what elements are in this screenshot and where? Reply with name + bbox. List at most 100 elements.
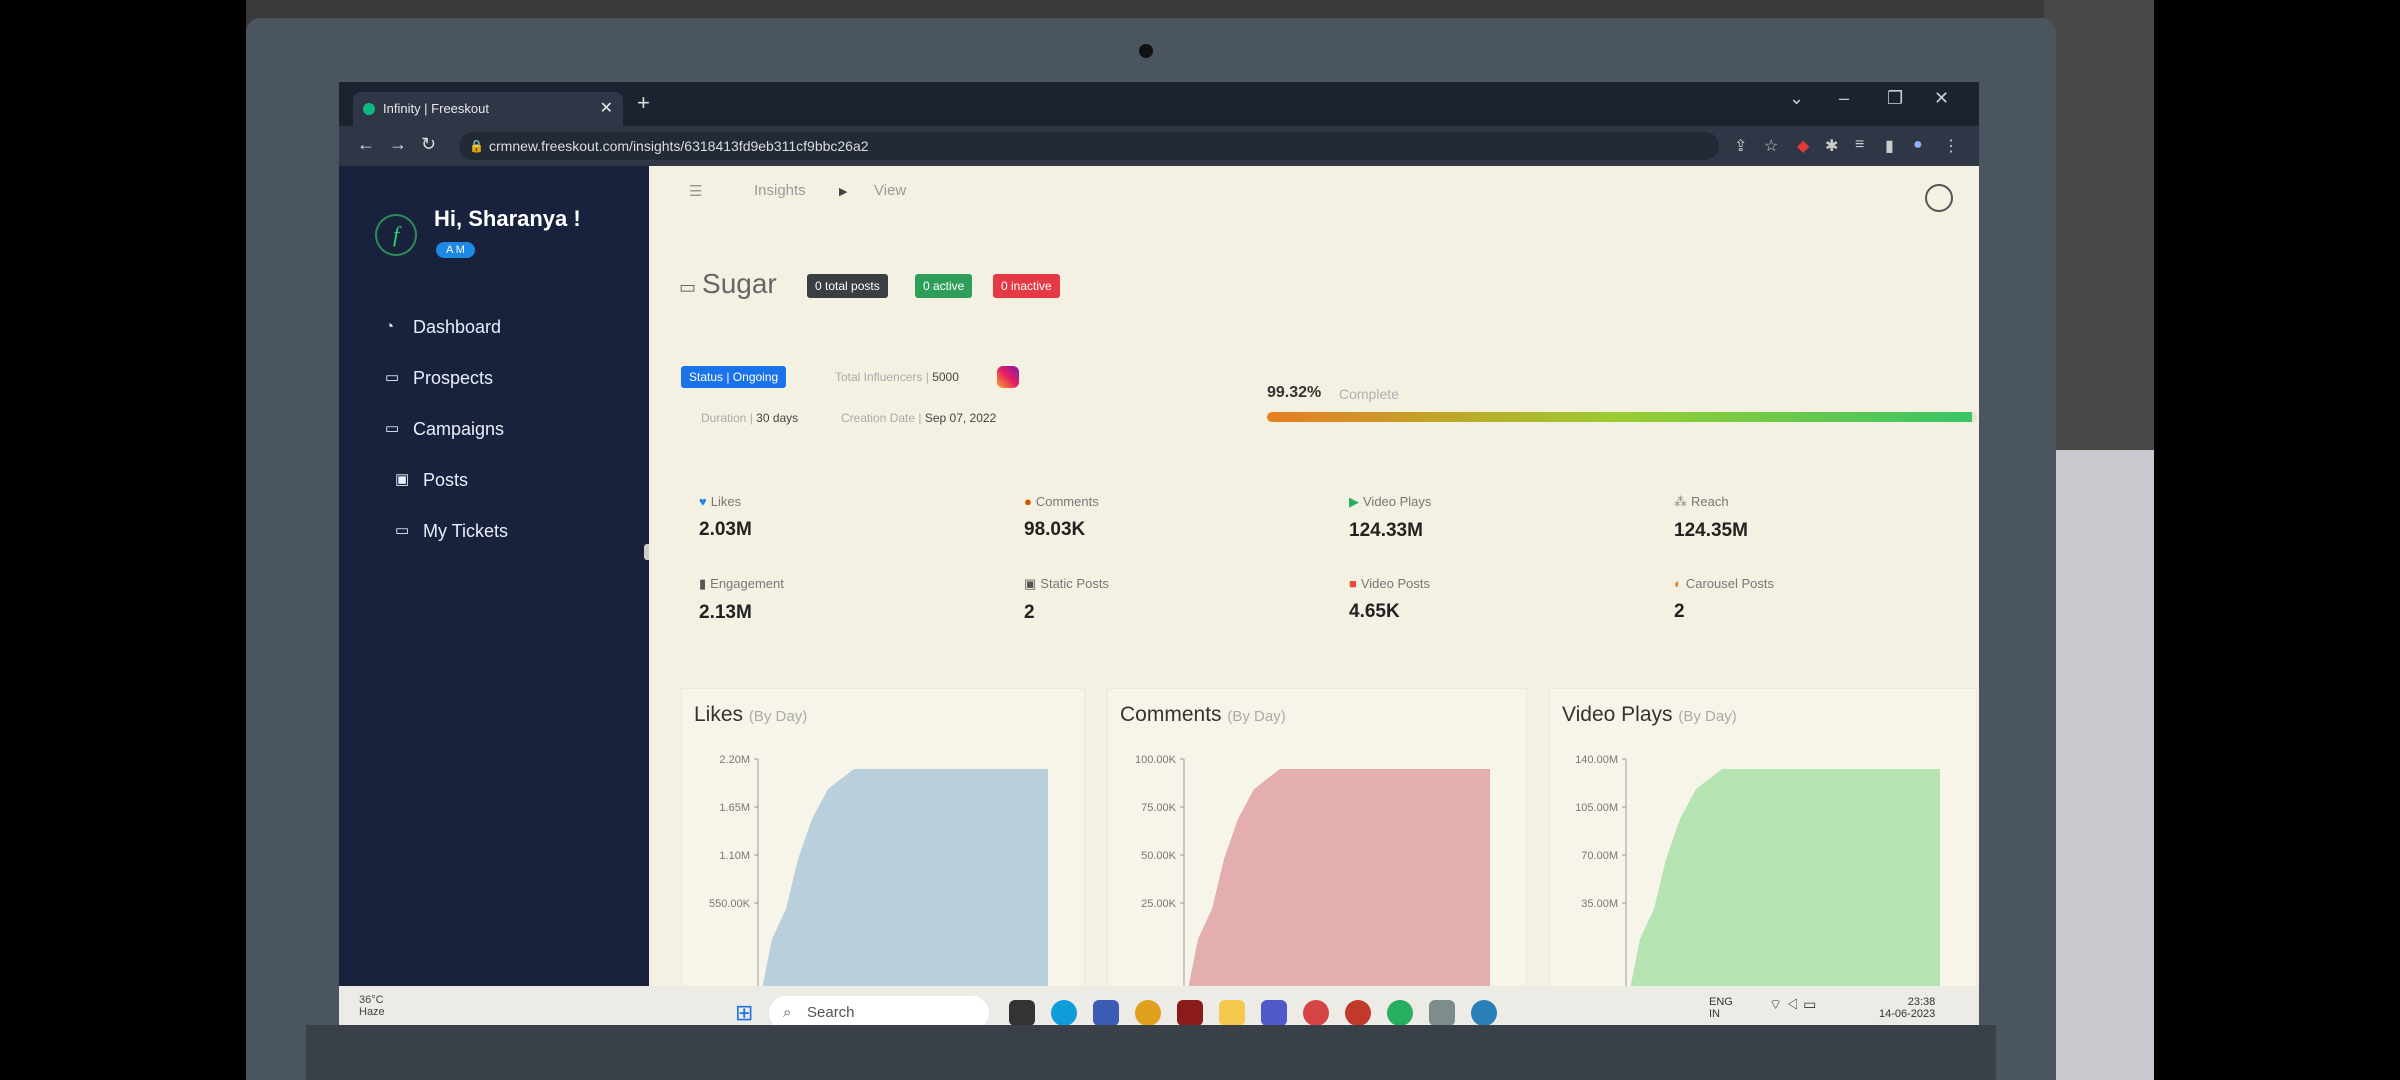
extension-icon[interactable]: ◆ <box>1797 136 1809 156</box>
language: ENG <box>1709 996 1733 1008</box>
close-tab-icon[interactable]: ✕ <box>600 92 613 126</box>
y-tick-label: 550.00K <box>709 898 751 910</box>
active-badge: 0 active <box>915 274 973 298</box>
menu-kebab-icon[interactable]: ⋮ <box>1943 136 1959 156</box>
edge-icon[interactable] <box>1051 1000 1077 1026</box>
windows-start-icon[interactable]: ⊞ <box>735 1000 753 1026</box>
campaign-icon: ▭ <box>679 277 697 297</box>
sidebar-item-posts[interactable]: ▣ Posts <box>395 465 468 495</box>
sidebar-item-dashboard[interactable]: ◔ Dashboard <box>385 312 501 342</box>
profile-icon[interactable]: ● <box>1913 136 1923 154</box>
chart-title: Video Plays <box>1562 703 1673 726</box>
stat-label-text: Video Plays <box>1363 494 1432 509</box>
chrome-profile-icon[interactable] <box>1303 1000 1329 1026</box>
back-icon[interactable]: ← <box>357 134 375 155</box>
stat-video-posts: ■ Video Posts 4.65K <box>1349 576 1609 623</box>
reload-icon[interactable]: ↻ <box>421 134 436 155</box>
close-window-icon[interactable]: ✕ <box>1934 88 1949 109</box>
restore-icon[interactable]: ❐ <box>1887 88 1903 109</box>
url-text: crmnew.freeskout.com/insights/6318413fd9… <box>489 138 869 154</box>
bookmark-star-icon[interactable]: ☆ <box>1764 136 1778 156</box>
greeting: Hi, Sharanya ! <box>434 206 581 231</box>
stat-static-posts: ▣ Static Posts 2 <box>1024 576 1284 624</box>
video-icon: ■ <box>1349 576 1357 591</box>
wifi-volume-battery-icon[interactable]: ⌔ ◁ ▭ <box>1769 996 1816 1014</box>
stat-value: 2.13M <box>699 602 752 623</box>
completion-progress-fill <box>1267 412 1973 422</box>
taskbar-search-label: Search <box>807 1004 855 1021</box>
user-avatar-icon[interactable] <box>1925 184 1953 212</box>
stat-label: ■ Video Posts <box>1349 576 1609 591</box>
y-tick-label: 1.65M <box>719 802 750 814</box>
campaign-title: ▭ Sugar <box>679 268 777 300</box>
stat-value: 98.03K <box>1024 519 1086 540</box>
address-bar[interactable]: 🔒 crmnew.freeskout.com/insights/6318413f… <box>459 132 1719 160</box>
chrome-profile-icon-4[interactable] <box>1471 1000 1497 1026</box>
creation-date: Creation Date | Sep 07, 2022 <box>841 411 996 425</box>
puzzle-icon[interactable]: ✱ <box>1825 136 1838 156</box>
app-icon-2[interactable] <box>1429 1000 1455 1026</box>
video-plays-chart-title: Video Plays (By Day) <box>1562 703 1737 727</box>
browser-tab[interactable]: Infinity | Freeskout ✕ <box>353 92 623 126</box>
y-tick-label: 35.00M <box>1581 898 1618 910</box>
browser-tabbar: Infinity | Freeskout ✕ + ⌄ – ❐ ✕ <box>339 82 1979 126</box>
area-series <box>1630 769 1940 989</box>
chart-subtitle: (By Day) <box>748 708 808 725</box>
stat-likes: ♥ Likes 2.03M <box>699 494 959 541</box>
sidebar-item-label: Dashboard <box>413 317 502 337</box>
likes-chart-card: Likes (By Day) 2.20M 1.65M 1.10M 550.00K <box>681 688 1085 989</box>
menu-toggle-icon[interactable]: ☰ <box>689 182 702 200</box>
heart-icon: ♥ <box>699 494 707 509</box>
share-icon[interactable]: ⇪ <box>1734 136 1747 156</box>
tab-search-icon[interactable]: ⌄ <box>1789 88 1804 109</box>
side-panel-icon[interactable]: ▮ <box>1885 136 1894 156</box>
chart-title: Comments <box>1120 703 1222 726</box>
system-tray[interactable]: ENG IN <box>1709 996 1733 1020</box>
bookmark-icon: ▮ <box>699 576 707 591</box>
stat-comments: ● Comments 98.03K <box>1024 494 1284 541</box>
total-posts-badge: 0 total posts <box>807 274 888 298</box>
y-tick-label: 105.00M <box>1575 802 1618 814</box>
breadcrumb-insights[interactable]: Insights <box>754 182 806 199</box>
minimize-icon[interactable]: – <box>1839 88 1849 109</box>
y-tick-label: 1.10M <box>719 850 750 862</box>
background-wall <box>2044 0 2154 520</box>
chrome-icon[interactable] <box>1135 1000 1161 1026</box>
total-influencers: Total Influencers | 5000 <box>835 370 959 384</box>
reading-list-icon[interactable]: ≡ <box>1855 136 1864 154</box>
sidebar-item-campaigns[interactable]: ▭ Campaigns <box>385 414 504 444</box>
chart-subtitle: (By Day) <box>1227 708 1286 725</box>
breadcrumb-separator-icon: ▶ <box>839 186 848 198</box>
inactive-badge: 0 inactive <box>993 274 1060 298</box>
stat-value: 2.03M <box>699 519 752 540</box>
laptop-bottom-bezel <box>306 1025 1996 1080</box>
app-icon[interactable] <box>1177 1000 1203 1026</box>
forward-icon[interactable]: → <box>389 134 407 155</box>
sidebar-item-my-tickets[interactable]: ▭ My Tickets <box>395 516 508 546</box>
laptop-bezel: Infinity | Freeskout ✕ + ⌄ – ❐ ✕ ← → ↻ 🔒… <box>246 18 2056 1080</box>
creation-date-label: Creation Date | <box>841 411 922 425</box>
task-view-icon[interactable] <box>1009 1000 1035 1026</box>
chrome-profile-icon-2[interactable] <box>1345 1000 1371 1026</box>
instagram-icon <box>997 366 1019 388</box>
reach-icon: ⁂ <box>1674 494 1687 509</box>
favicon-icon <box>363 103 375 115</box>
weather-widget[interactable]: 36°C Haze <box>359 994 385 1018</box>
sidebar: f Hi, Sharanya ! A M ◔ Dashboard ▭ Prosp… <box>339 166 660 986</box>
date: 14-06-2023 <box>1879 1008 1936 1020</box>
y-tick-label: 75.00K <box>1141 802 1177 814</box>
chart-title: Likes <box>694 703 744 726</box>
chrome-profile-icon-3[interactable] <box>1387 1000 1413 1026</box>
campaign-name: Sugar <box>702 268 777 299</box>
stat-label: ◐ Carousel Posts <box>1674 576 1934 591</box>
new-tab-icon[interactable]: + <box>637 90 650 116</box>
sidebar-item-prospects[interactable]: ▭ Prospects <box>385 363 493 393</box>
file-explorer-icon[interactable] <box>1219 1000 1245 1026</box>
briefcase-icon: ▭ <box>385 369 400 386</box>
teams-icon[interactable] <box>1261 1000 1287 1026</box>
store-icon[interactable] <box>1093 1000 1119 1026</box>
briefcase-icon: ▭ <box>395 522 410 539</box>
clock[interactable]: 23:38 14-06-2023 <box>1879 996 1935 1020</box>
stat-value: 2 <box>1024 602 1035 623</box>
document-icon: ▣ <box>395 471 410 488</box>
